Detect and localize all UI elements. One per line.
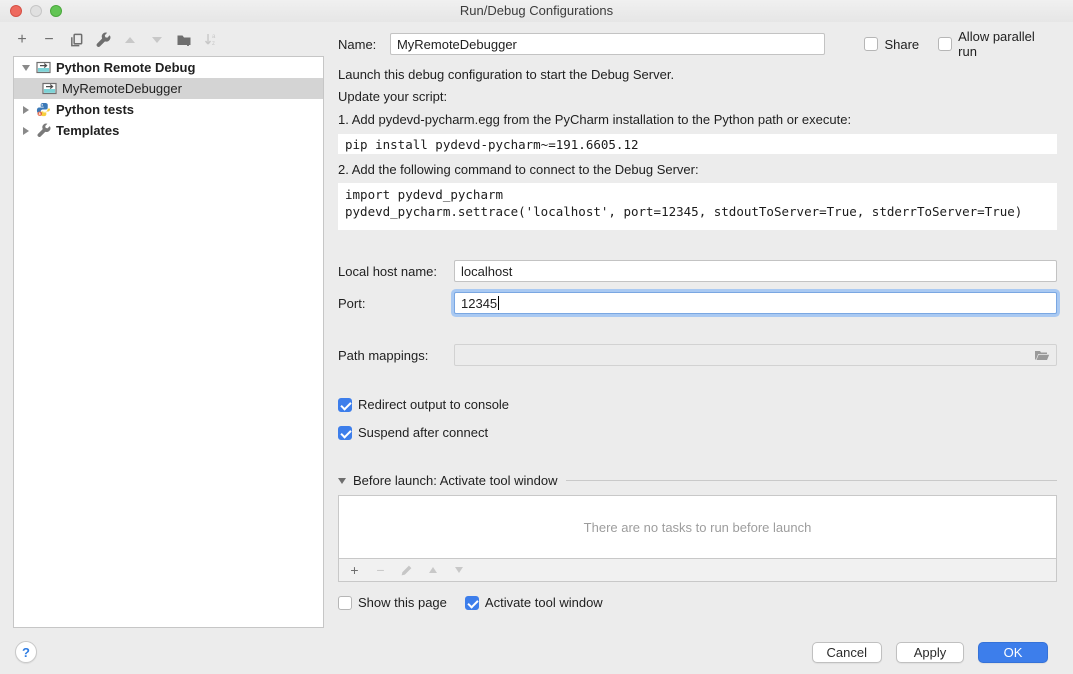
text-caret <box>498 296 499 310</box>
remove-icon[interactable]: − <box>374 564 387 577</box>
before-launch-toolbar: + − <box>338 559 1057 582</box>
activate-tool-window-label: Activate tool window <box>485 595 603 610</box>
cancel-button[interactable]: Cancel <box>812 642 882 663</box>
before-launch-title: Before launch: Activate tool window <box>353 473 558 488</box>
tree-item-templates[interactable]: Templates <box>14 120 323 141</box>
port-label: Port: <box>338 296 454 311</box>
tree-item-python-tests[interactable]: Python tests <box>14 99 323 120</box>
dialog-buttons: Cancel Apply OK <box>812 642 1048 663</box>
local-host-name-value: localhost <box>461 264 512 279</box>
code-line-2: pydevd_pycharm.settrace('localhost', por… <box>345 203 1050 220</box>
window-title: Run/Debug Configurations <box>0 3 1073 18</box>
chevron-down-icon[interactable] <box>20 65 32 71</box>
chevron-down-icon <box>338 478 346 484</box>
configurations-pane: + − az Python Remote Debu <box>0 22 324 674</box>
section-divider <box>566 480 1057 481</box>
name-value: MyRemoteDebugger <box>397 37 517 52</box>
name-label: Name: <box>338 37 390 52</box>
python-icon <box>35 102 51 118</box>
port-value: 12345 <box>461 296 497 311</box>
before-launch-task-list[interactable]: There are no tasks to run before launch <box>338 495 1057 559</box>
local-host-name-input[interactable]: localhost <box>454 260 1057 282</box>
remote-debug-icon <box>41 81 57 97</box>
tree-item-myremotedebugger[interactable]: MyRemoteDebugger <box>14 78 323 99</box>
tree-item-python-remote-debug[interactable]: Python Remote Debug <box>14 57 323 78</box>
help-icon: ? <box>22 645 30 660</box>
suspend-after-connect-checkbox[interactable] <box>338 426 352 440</box>
local-host-name-label: Local host name: <box>338 264 454 279</box>
share-label: Share <box>884 37 919 52</box>
chevron-right-icon[interactable] <box>20 127 32 135</box>
tree-item-label: Templates <box>56 123 119 138</box>
add-icon[interactable]: + <box>14 32 30 48</box>
sort-icon[interactable]: az <box>203 32 219 48</box>
move-up-icon[interactable] <box>426 564 439 577</box>
remote-debug-icon <box>35 60 51 76</box>
code-line-1: import pydevd_pycharm <box>345 186 1050 203</box>
tree-item-label: Python Remote Debug <box>56 60 195 75</box>
tree-item-label: MyRemoteDebugger <box>62 81 182 96</box>
titlebar: Run/Debug Configurations <box>0 0 1073 22</box>
intro-line-2: Update your script: <box>338 89 1057 105</box>
name-input[interactable]: MyRemoteDebugger <box>390 33 826 55</box>
allow-parallel-run-label: Allow parallel run <box>958 29 1057 59</box>
svg-text:a: a <box>212 34 216 40</box>
add-icon[interactable]: + <box>348 564 361 577</box>
step-1-text: 1. Add pydevd-pycharm.egg from the PyCha… <box>338 112 1057 128</box>
show-this-page-checkbox[interactable] <box>338 596 352 610</box>
tree-item-label: Python tests <box>56 102 134 117</box>
remove-icon[interactable]: − <box>41 32 57 48</box>
pip-command: pip install pydevd-pycharm~=191.6605.12 <box>338 134 1057 154</box>
settrace-code-block: import pydevd_pycharm pydevd_pycharm.set… <box>338 183 1057 230</box>
path-mappings-label: Path mappings: <box>338 348 454 363</box>
before-launch-empty-text: There are no tasks to run before launch <box>584 520 812 535</box>
copy-icon[interactable] <box>68 32 84 48</box>
svg-text:z: z <box>212 41 215 47</box>
configurations-toolbar: + − az <box>0 22 324 56</box>
show-this-page-label: Show this page <box>358 595 447 610</box>
move-down-icon[interactable] <box>452 564 465 577</box>
path-mappings-input[interactable] <box>454 344 1057 366</box>
edit-icon[interactable] <box>400 564 413 577</box>
edit-defaults-icon[interactable] <box>95 32 111 48</box>
move-down-icon[interactable] <box>149 32 165 48</box>
redirect-output-label: Redirect output to console <box>358 397 509 412</box>
help-button[interactable]: ? <box>15 641 37 663</box>
configurations-tree: Python Remote Debug MyRemoteDebugger Pyt… <box>13 56 324 628</box>
new-folder-icon[interactable] <box>176 32 192 48</box>
apply-button[interactable]: Apply <box>896 642 964 663</box>
wrench-icon <box>35 123 51 139</box>
before-launch-section-header[interactable]: Before launch: Activate tool window <box>338 473 1057 488</box>
ok-button[interactable]: OK <box>978 642 1048 663</box>
port-input[interactable]: 12345 <box>454 292 1057 314</box>
intro-line-1: Launch this debug configuration to start… <box>338 67 1057 83</box>
allow-parallel-run-checkbox[interactable] <box>938 37 952 51</box>
move-up-icon[interactable] <box>122 32 138 48</box>
configuration-editor: Name: MyRemoteDebugger Share Allow paral… <box>324 22 1073 674</box>
chevron-right-icon[interactable] <box>20 106 32 114</box>
run-debug-configurations-dialog: Run/Debug Configurations + − az <box>0 0 1073 674</box>
share-checkbox[interactable] <box>864 37 878 51</box>
redirect-output-checkbox[interactable] <box>338 398 352 412</box>
browse-folder-icon[interactable] <box>1034 348 1050 362</box>
activate-tool-window-checkbox[interactable] <box>465 596 479 610</box>
step-2-text: 2. Add the following command to connect … <box>338 162 1057 178</box>
suspend-after-connect-label: Suspend after connect <box>358 425 488 440</box>
